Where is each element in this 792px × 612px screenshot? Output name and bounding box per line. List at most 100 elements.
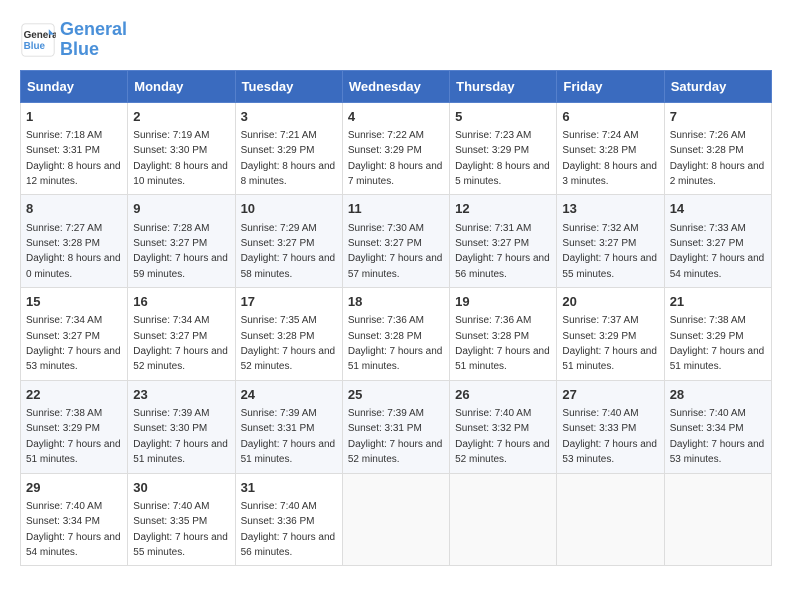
calendar-cell: 15 Sunrise: 7:34 AMSunset: 3:27 PMDaylig… [21,288,128,381]
day-info: Sunrise: 7:28 AMSunset: 3:27 PMDaylight:… [133,223,228,280]
day-number: 23 [133,386,229,404]
day-number: 7 [670,108,766,126]
logo-text: GeneralBlue [60,20,127,60]
calendar-cell: 5 Sunrise: 7:23 AMSunset: 3:29 PMDayligh… [450,102,557,195]
calendar-cell: 7 Sunrise: 7:26 AMSunset: 3:28 PMDayligh… [664,102,771,195]
day-info: Sunrise: 7:35 AMSunset: 3:28 PMDaylight:… [241,315,336,372]
calendar-cell: 29 Sunrise: 7:40 AMSunset: 3:34 PMDaylig… [21,473,128,566]
calendar-cell: 30 Sunrise: 7:40 AMSunset: 3:35 PMDaylig… [128,473,235,566]
header-saturday: Saturday [664,70,771,102]
day-info: Sunrise: 7:33 AMSunset: 3:27 PMDaylight:… [670,223,765,280]
day-info: Sunrise: 7:23 AMSunset: 3:29 PMDaylight:… [455,130,550,187]
day-info: Sunrise: 7:39 AMSunset: 3:31 PMDaylight:… [241,408,336,465]
week-row-3: 15 Sunrise: 7:34 AMSunset: 3:27 PMDaylig… [21,288,772,381]
day-number: 15 [26,293,122,311]
day-number: 22 [26,386,122,404]
logo-icon: General Blue [20,22,56,58]
calendar-cell: 9 Sunrise: 7:28 AMSunset: 3:27 PMDayligh… [128,195,235,288]
day-number: 18 [348,293,444,311]
day-info: Sunrise: 7:40 AMSunset: 3:32 PMDaylight:… [455,408,550,465]
day-info: Sunrise: 7:38 AMSunset: 3:29 PMDaylight:… [670,315,765,372]
day-info: Sunrise: 7:22 AMSunset: 3:29 PMDaylight:… [348,130,443,187]
calendar-cell [342,473,449,566]
calendar-cell: 28 Sunrise: 7:40 AMSunset: 3:34 PMDaylig… [664,380,771,473]
day-info: Sunrise: 7:36 AMSunset: 3:28 PMDaylight:… [455,315,550,372]
day-number: 5 [455,108,551,126]
header-tuesday: Tuesday [235,70,342,102]
calendar-cell: 2 Sunrise: 7:19 AMSunset: 3:30 PMDayligh… [128,102,235,195]
page-header: General Blue GeneralBlue [20,20,772,60]
day-info: Sunrise: 7:40 AMSunset: 3:34 PMDaylight:… [26,501,121,558]
header-sunday: Sunday [21,70,128,102]
day-number: 31 [241,479,337,497]
header-monday: Monday [128,70,235,102]
day-number: 29 [26,479,122,497]
calendar-cell: 27 Sunrise: 7:40 AMSunset: 3:33 PMDaylig… [557,380,664,473]
day-info: Sunrise: 7:40 AMSunset: 3:35 PMDaylight:… [133,501,228,558]
day-info: Sunrise: 7:21 AMSunset: 3:29 PMDaylight:… [241,130,336,187]
day-info: Sunrise: 7:37 AMSunset: 3:29 PMDaylight:… [562,315,657,372]
calendar-cell [450,473,557,566]
calendar-cell: 16 Sunrise: 7:34 AMSunset: 3:27 PMDaylig… [128,288,235,381]
header-wednesday: Wednesday [342,70,449,102]
day-number: 3 [241,108,337,126]
day-info: Sunrise: 7:32 AMSunset: 3:27 PMDaylight:… [562,223,657,280]
calendar-cell: 20 Sunrise: 7:37 AMSunset: 3:29 PMDaylig… [557,288,664,381]
day-number: 16 [133,293,229,311]
day-info: Sunrise: 7:26 AMSunset: 3:28 PMDaylight:… [670,130,765,187]
day-number: 25 [348,386,444,404]
week-row-4: 22 Sunrise: 7:38 AMSunset: 3:29 PMDaylig… [21,380,772,473]
day-info: Sunrise: 7:34 AMSunset: 3:27 PMDaylight:… [26,315,121,372]
day-number: 10 [241,200,337,218]
day-info: Sunrise: 7:40 AMSunset: 3:33 PMDaylight:… [562,408,657,465]
day-number: 2 [133,108,229,126]
days-header-row: SundayMondayTuesdayWednesdayThursdayFrid… [21,70,772,102]
calendar-cell: 6 Sunrise: 7:24 AMSunset: 3:28 PMDayligh… [557,102,664,195]
day-info: Sunrise: 7:19 AMSunset: 3:30 PMDaylight:… [133,130,228,187]
calendar-cell: 10 Sunrise: 7:29 AMSunset: 3:27 PMDaylig… [235,195,342,288]
day-number: 17 [241,293,337,311]
calendar-cell: 23 Sunrise: 7:39 AMSunset: 3:30 PMDaylig… [128,380,235,473]
day-number: 11 [348,200,444,218]
calendar-cell: 11 Sunrise: 7:30 AMSunset: 3:27 PMDaylig… [342,195,449,288]
calendar-cell: 25 Sunrise: 7:39 AMSunset: 3:31 PMDaylig… [342,380,449,473]
day-info: Sunrise: 7:39 AMSunset: 3:31 PMDaylight:… [348,408,443,465]
day-info: Sunrise: 7:36 AMSunset: 3:28 PMDaylight:… [348,315,443,372]
calendar-cell: 22 Sunrise: 7:38 AMSunset: 3:29 PMDaylig… [21,380,128,473]
calendar-cell: 4 Sunrise: 7:22 AMSunset: 3:29 PMDayligh… [342,102,449,195]
header-thursday: Thursday [450,70,557,102]
day-number: 27 [562,386,658,404]
day-number: 19 [455,293,551,311]
calendar-cell: 13 Sunrise: 7:32 AMSunset: 3:27 PMDaylig… [557,195,664,288]
day-info: Sunrise: 7:24 AMSunset: 3:28 PMDaylight:… [562,130,657,187]
day-number: 21 [670,293,766,311]
day-info: Sunrise: 7:34 AMSunset: 3:27 PMDaylight:… [133,315,228,372]
day-info: Sunrise: 7:31 AMSunset: 3:27 PMDaylight:… [455,223,550,280]
day-number: 4 [348,108,444,126]
day-number: 6 [562,108,658,126]
day-number: 24 [241,386,337,404]
day-number: 28 [670,386,766,404]
calendar-cell: 31 Sunrise: 7:40 AMSunset: 3:36 PMDaylig… [235,473,342,566]
calendar-cell: 19 Sunrise: 7:36 AMSunset: 3:28 PMDaylig… [450,288,557,381]
day-number: 20 [562,293,658,311]
day-number: 9 [133,200,229,218]
calendar-cell: 14 Sunrise: 7:33 AMSunset: 3:27 PMDaylig… [664,195,771,288]
week-row-1: 1 Sunrise: 7:18 AMSunset: 3:31 PMDayligh… [21,102,772,195]
calendar-cell: 12 Sunrise: 7:31 AMSunset: 3:27 PMDaylig… [450,195,557,288]
day-number: 1 [26,108,122,126]
calendar-cell [664,473,771,566]
calendar-cell: 26 Sunrise: 7:40 AMSunset: 3:32 PMDaylig… [450,380,557,473]
calendar-cell: 21 Sunrise: 7:38 AMSunset: 3:29 PMDaylig… [664,288,771,381]
day-info: Sunrise: 7:29 AMSunset: 3:27 PMDaylight:… [241,223,336,280]
calendar-cell: 3 Sunrise: 7:21 AMSunset: 3:29 PMDayligh… [235,102,342,195]
calendar-cell: 1 Sunrise: 7:18 AMSunset: 3:31 PMDayligh… [21,102,128,195]
week-row-2: 8 Sunrise: 7:27 AMSunset: 3:28 PMDayligh… [21,195,772,288]
header-friday: Friday [557,70,664,102]
calendar-cell [557,473,664,566]
svg-text:Blue: Blue [24,41,46,52]
day-number: 14 [670,200,766,218]
day-number: 12 [455,200,551,218]
calendar-cell: 24 Sunrise: 7:39 AMSunset: 3:31 PMDaylig… [235,380,342,473]
week-row-5: 29 Sunrise: 7:40 AMSunset: 3:34 PMDaylig… [21,473,772,566]
